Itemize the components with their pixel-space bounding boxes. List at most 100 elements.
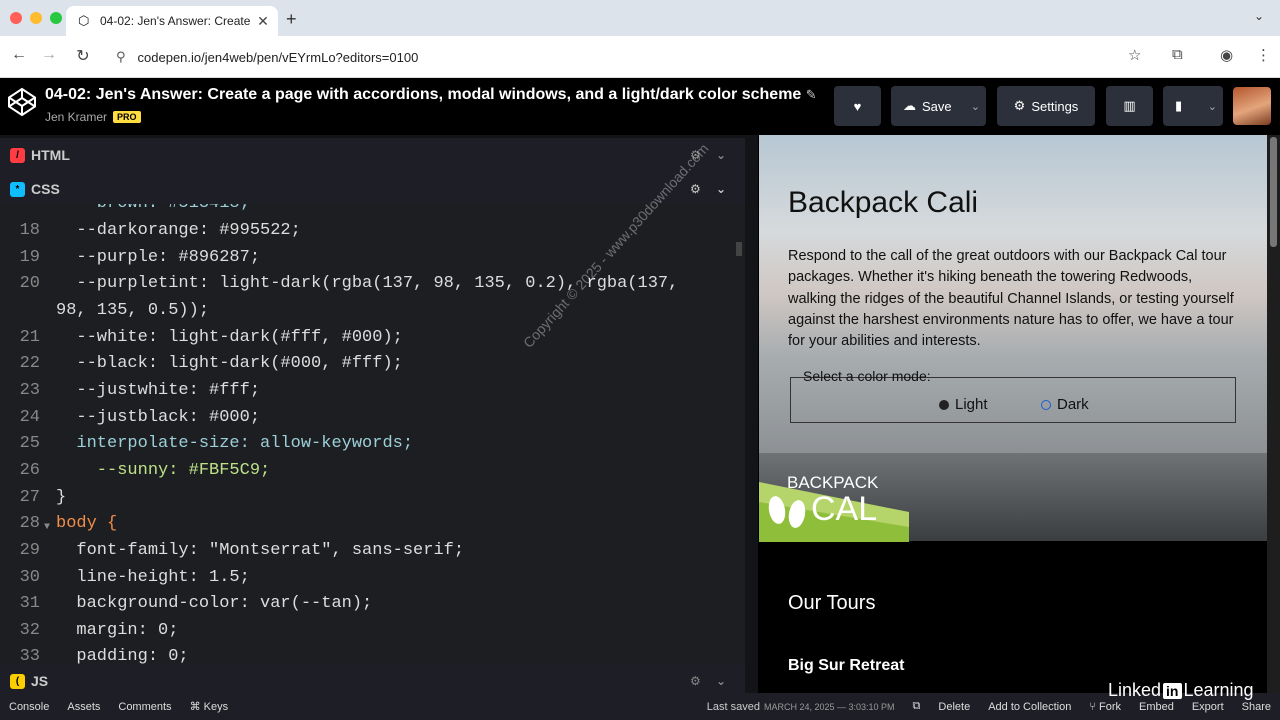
code-line: --justwhite: #fff; (56, 381, 261, 400)
code-line: background-color: var(--tan); (56, 594, 373, 613)
close-window-button[interactable] (10, 12, 22, 24)
delete-button[interactable]: Delete (929, 693, 979, 720)
maximize-window-button[interactable] (50, 12, 62, 24)
intro-paragraph: Respond to the call of the great outdoor… (788, 248, 1234, 350)
editor-scrollbar[interactable] (736, 242, 742, 256)
author-name[interactable]: Jen Kramer (45, 110, 107, 124)
radio-unchecked-icon[interactable] (1041, 399, 1051, 410)
bookmark-icon: ▮ (1175, 98, 1183, 113)
minimize-window-button[interactable] (30, 12, 42, 24)
html-icon: / (10, 147, 25, 163)
last-saved-value: MARCH 24, 2025 — 3:03:10 PM (763, 701, 895, 712)
fold-arrow-icon[interactable]: ▼ (44, 522, 50, 533)
browser-tab[interactable]: ⬡ 04-02: Jen's Answer: Create ✕ (66, 6, 278, 36)
author-line: Jen Kramer PRO (45, 110, 141, 124)
html-label: HTML (31, 147, 70, 163)
assets-button[interactable]: Assets (58, 693, 109, 720)
gear-icon: ⚙ (1013, 98, 1026, 113)
pen-title[interactable]: 04-02: Jen's Answer: Create a page with … (45, 86, 817, 104)
last-saved-status: Last saved MARCH 24, 2025 — 3:03:10 PM (698, 693, 904, 720)
console-button[interactable]: Console (0, 693, 58, 720)
address-bar[interactable]: ⚲ codepen.io/jen4web/pen/vEYrmLo?editors… (104, 43, 1162, 71)
css-collapse-chevron-icon[interactable]: ⌄ (716, 182, 726, 196)
profile-icon[interactable]: ◉ (1220, 46, 1233, 64)
tab-search-chevron-icon[interactable]: ⌄ (1254, 9, 1264, 23)
line-number: 23 (19, 381, 40, 400)
back-arrow-icon[interactable]: ← (8, 46, 30, 64)
backpack-cal-logo: BACKPACK CAL (759, 473, 909, 542)
tour-accordion-title[interactable]: Big Sur Retreat (788, 657, 904, 675)
cloud-icon: ☁ (903, 98, 916, 113)
extensions-icon[interactable]: ⧉ (1172, 46, 1183, 63)
line-number: 18 (19, 221, 40, 240)
last-saved-label: Last saved (706, 700, 760, 713)
line-number: 20 (19, 274, 40, 293)
user-avatar[interactable] (1233, 87, 1271, 125)
comments-button[interactable]: Comments (109, 693, 180, 720)
change-view-button[interactable]: ▥ (1106, 86, 1153, 126)
tours-heading: Our Tours (788, 592, 876, 614)
close-tab-icon[interactable]: ✕ (254, 13, 272, 30)
save-chevron-icon[interactable]: ⌄ (971, 100, 980, 113)
external-link-icon[interactable]: ⧉ (904, 693, 930, 720)
radio-checked-icon[interactable] (939, 399, 949, 410)
browser-menu-icon[interactable]: ⋮ (1256, 46, 1271, 64)
code-line: --purple: #896287; (56, 248, 261, 267)
line-number: 26 (19, 461, 40, 480)
code-line: margin: 0; (56, 621, 179, 640)
css-code-editor[interactable]: --brown: #513418; 18 --darkorange: #9955… (0, 204, 745, 664)
line-number: 27 (19, 488, 40, 507)
forward-arrow-icon[interactable]: → (38, 46, 60, 64)
js-icon: ( (10, 673, 25, 689)
light-label: Light (955, 396, 988, 413)
linkedin-text-b: Learning (1183, 680, 1254, 700)
code-line: --black: light-dark(#000, #fff); (56, 354, 403, 373)
pro-badge: PRO (113, 111, 141, 123)
keys-button[interactable]: ⌘ Keys (181, 693, 238, 720)
css-settings-gear-icon[interactable]: ⚙ (690, 182, 701, 196)
dark-mode-radio[interactable]: Dark (1041, 396, 1089, 413)
code-line: --justblack: #000; (56, 408, 261, 427)
settings-label: Settings (1031, 98, 1079, 114)
dark-label: Dark (1057, 396, 1089, 413)
js-settings-gear-icon[interactable]: ⚙ (690, 674, 701, 688)
pen-title-text: 04-02: Jen's Answer: Create a page with … (45, 86, 802, 103)
site-info-icon[interactable]: ⚲ (116, 49, 126, 65)
line-number: 24 (19, 408, 40, 427)
linkedin-learning-watermark: Linked in Learning (1108, 680, 1254, 701)
line-number: 32 (19, 621, 40, 640)
add-to-collection-button[interactable]: Add to Collection (979, 693, 1080, 720)
code-line: --brown: #513418; (56, 204, 249, 213)
reload-icon[interactable]: ↻ (72, 46, 94, 66)
fork-label: Fork (1098, 700, 1121, 713)
bookmark-button[interactable]: ▮ ⌄ (1163, 86, 1223, 126)
edit-pencil-icon[interactable]: ✎ (806, 87, 817, 102)
js-collapse-chevron-icon[interactable]: ⌄ (716, 674, 726, 688)
new-tab-icon[interactable]: + (286, 9, 297, 30)
bookmark-star-icon[interactable]: ☆ (1128, 46, 1141, 64)
fork-icon: ⑂ (1089, 700, 1096, 713)
save-button[interactable]: ☁ Save ⌄ (891, 86, 986, 126)
color-mode-legend: Select a color mode: (803, 368, 931, 384)
heart-icon: ♥ (853, 98, 862, 114)
preview-scrollbar-thumb[interactable] (1270, 137, 1277, 247)
page-heading: Backpack Cali (788, 186, 979, 219)
settings-button[interactable]: ⚙ Settings (997, 86, 1095, 126)
line-number: 31 (19, 594, 40, 613)
line-number: 21 (19, 328, 40, 347)
tab-title: 04-02: Jen's Answer: Create (100, 14, 251, 28)
code-line: body { (56, 514, 118, 533)
line-number: 33 (19, 647, 40, 664)
bookmark-chevron-icon[interactable]: ⌄ (1208, 100, 1217, 113)
js-label: JS (31, 673, 49, 689)
light-mode-radio[interactable]: Light (939, 396, 988, 413)
linkedin-text-a: Linked (1108, 680, 1162, 700)
css-editor-header[interactable]: * CSS ⚙ ⌄ (0, 172, 745, 206)
logo-bottom-text: CAL (811, 490, 877, 528)
code-line: } (56, 488, 67, 507)
code-line: --sunny: #FBF5C9; (56, 461, 271, 480)
html-editor-header[interactable]: / HTML ⚙ ⌄ (0, 138, 745, 172)
html-collapse-chevron-icon[interactable]: ⌄ (716, 148, 726, 162)
heart-button[interactable]: ♥ (834, 86, 881, 126)
codepen-logo-icon[interactable] (6, 86, 38, 118)
